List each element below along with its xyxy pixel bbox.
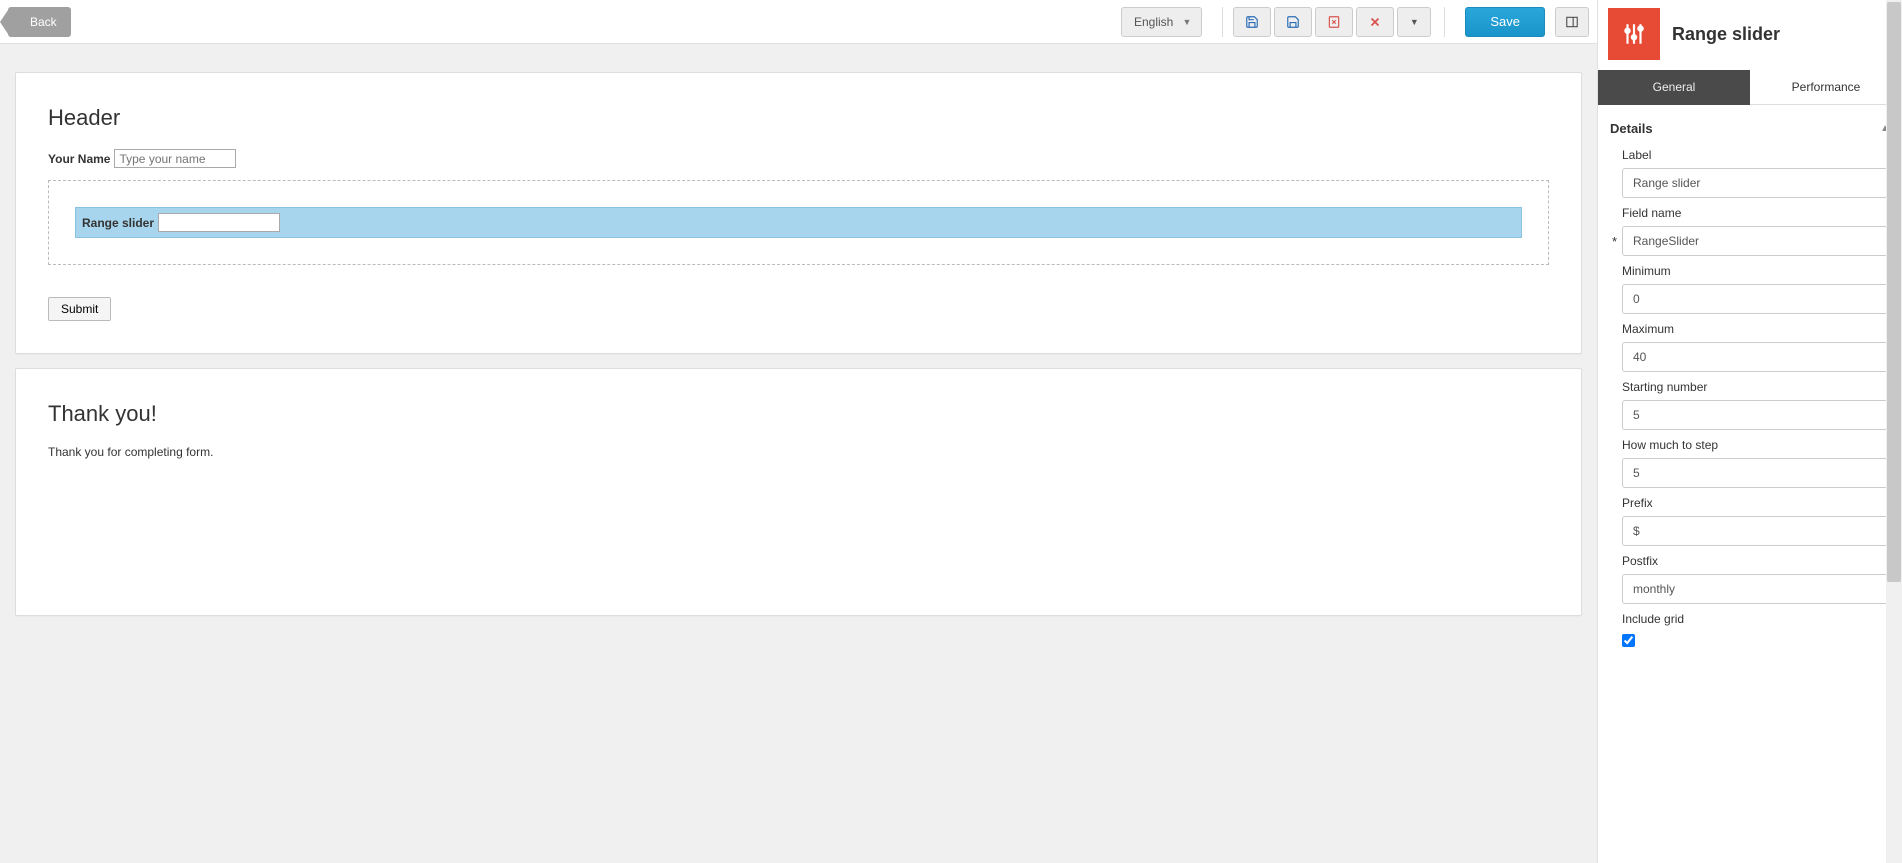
maximum-label: Maximum [1622,322,1888,336]
topbar: Back English ▼ Save [0,0,1597,44]
field-dropzone[interactable]: Range slider [48,180,1549,265]
divider [1444,7,1445,37]
properties-sidebar: Range slider General Performance Details… [1597,0,1902,863]
submit-button[interactable]: Submit [48,297,111,321]
fieldname-label: Field name [1622,206,1888,220]
scrollbar-thumb[interactable] [1887,2,1901,582]
save-draft-button[interactable] [1233,7,1271,37]
sliders-icon [1621,21,1647,47]
step-input[interactable] [1622,458,1888,488]
postfix-label: Postfix [1622,554,1888,568]
range-slider-field[interactable]: Range slider [75,207,1522,238]
label-input[interactable] [1622,168,1888,198]
widget-title: Range slider [1672,24,1780,45]
required-asterisk: * [1612,234,1617,249]
includegrid-checkbox[interactable] [1622,634,1635,647]
sidebar-tabs: General Performance [1598,70,1902,105]
delete-x-button[interactable] [1315,7,1353,37]
delete-button[interactable] [1356,7,1394,37]
prefix-input[interactable] [1622,516,1888,546]
starting-label: Starting number [1622,380,1888,394]
range-slider-input[interactable] [158,213,280,232]
back-button[interactable]: Back [8,7,71,37]
name-input[interactable] [114,149,236,168]
starting-input[interactable] [1622,400,1888,430]
section-details-header[interactable]: Details ▲ [1598,105,1902,142]
floppy-plus-icon [1286,15,1300,29]
save-as-button[interactable] [1274,7,1312,37]
minimum-input[interactable] [1622,284,1888,314]
minimum-label: Minimum [1622,264,1888,278]
tab-general[interactable]: General [1598,70,1750,105]
name-label: Your Name [48,152,110,166]
more-dropdown[interactable]: ▼ [1397,7,1431,37]
delete-file-icon [1327,15,1341,29]
step-label: How much to step [1622,438,1888,452]
thankyou-text[interactable]: Thank you for completing form. [48,445,1549,459]
canvas: Header Your Name Range slider Submit Tha… [0,44,1597,645]
postfix-input[interactable] [1622,574,1888,604]
layout-toggle-button[interactable] [1555,7,1589,37]
widget-type-icon [1608,8,1660,60]
includegrid-label: Include grid [1622,612,1888,626]
floppy-icon [1245,15,1259,29]
language-select[interactable]: English [1121,7,1202,37]
name-field-row[interactable]: Your Name [48,149,1549,168]
maximum-input[interactable] [1622,342,1888,372]
thankyou-title[interactable]: Thank you! [48,401,1549,427]
label-label: Label [1622,148,1888,162]
fieldname-input[interactable] [1622,226,1888,256]
language-label: English [1134,15,1173,29]
panel-icon [1564,15,1580,29]
section-details-label: Details [1610,121,1653,136]
scrollbar-track[interactable] [1886,0,1902,863]
divider [1222,7,1223,37]
thankyou-panel[interactable]: Thank you! Thank you for completing form… [15,368,1582,616]
form-panel[interactable]: Header Your Name Range slider Submit [15,72,1582,354]
tab-performance[interactable]: Performance [1750,70,1902,105]
range-slider-label: Range slider [82,216,154,230]
prefix-label: Prefix [1622,496,1888,510]
x-icon [1368,15,1382,29]
form-header[interactable]: Header [48,105,1549,131]
save-button[interactable]: Save [1465,7,1545,37]
